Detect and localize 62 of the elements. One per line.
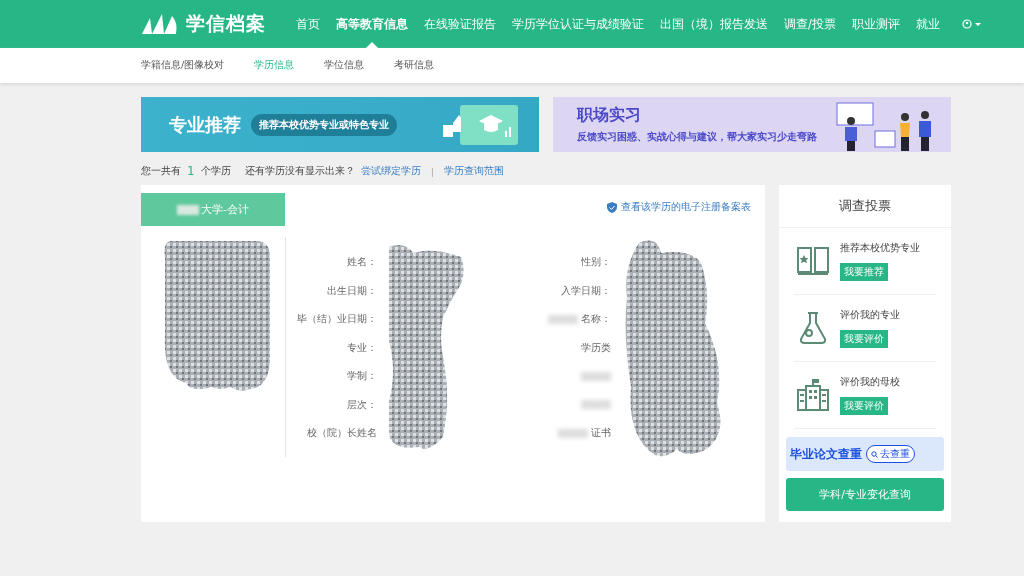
query-scope-link[interactable]: 学历查询范围 [443, 164, 504, 178]
blurred-text [548, 314, 578, 324]
blurred-text [177, 204, 199, 215]
search-icon [871, 450, 878, 458]
field-label: 毕（结）业日期： [296, 312, 377, 326]
sub-tab[interactable]: 学位信息 [324, 59, 365, 72]
field-label: 证书 [591, 426, 611, 440]
field-label: 校（院）长姓名 [306, 426, 377, 440]
missing-record-question: 还有学历没有显示出来？ [244, 164, 355, 178]
blurred-text [581, 400, 611, 409]
field-label: 专业： [346, 340, 377, 355]
internship-banner[interactable]: 职场实习 反馈实习困惑、实战心得与建议，帮大家实习少走弯路 [553, 97, 951, 152]
nav-tab[interactable]: 在线验证报告 [416, 0, 504, 48]
banner-title: 毕业论文查重 [790, 446, 862, 462]
nav-tab[interactable]: 学历学位认证与成绩验证 [504, 0, 652, 48]
shield-icon [607, 202, 617, 213]
major-change-query-button[interactable]: 学科/专业变化查询 [786, 478, 944, 511]
field-label: 名称： [581, 312, 611, 326]
nav-tab[interactable]: 出国（境）报告发送 [652, 0, 776, 48]
survey-item-label: 推荐本校优势专业 [840, 241, 920, 255]
major-banner[interactable]: 专业推荐 推荐本校优势专业或特色专业 [141, 97, 539, 152]
survey-action-button[interactable]: 我要评价 [840, 397, 888, 415]
record-title: 大学-会计 [201, 202, 249, 217]
nav-tab[interactable]: 调查/投票 [776, 0, 844, 48]
book-icon [796, 245, 830, 277]
logo-text: 学信档案 [186, 11, 266, 36]
nav-tab[interactable]: 就业 [907, 0, 948, 48]
sub-tab[interactable]: 学历信息 [254, 59, 295, 72]
survey-action-button[interactable]: 我要评价 [840, 330, 888, 348]
sub-tab[interactable]: 考研信息 [394, 59, 435, 72]
nav-tab[interactable]: 职业测评 [843, 0, 908, 48]
blurred-text [581, 371, 611, 381]
logo-icon [140, 12, 178, 36]
survey-item-label: 评价我的专业 [840, 308, 900, 322]
field-label: 学制： [346, 369, 377, 383]
record-count-text: 个学历 [200, 164, 231, 178]
building-icon [796, 378, 830, 412]
link-separator: | [430, 165, 434, 177]
field-label: 层次： [346, 397, 377, 412]
survey-action-button[interactable]: 我要推荐 [840, 263, 888, 281]
banner-tag: 推荐本校优势专业或特色专业 [251, 113, 397, 136]
banner-title: 专业推荐 [169, 112, 241, 137]
thesis-check-banner[interactable]: 毕业论文查重 去查重 [786, 437, 944, 471]
nav-tab[interactable]: 高等教育信息 [328, 0, 416, 48]
banner-subtitle: 反馈实习困惑、实战心得与建议，帮大家实习少走弯路 [577, 130, 817, 144]
record-count-text: 您一共有 [141, 164, 181, 178]
user-menu-icon[interactable] [961, 19, 984, 29]
record-count: 1 [187, 164, 195, 178]
blurred-text [558, 428, 588, 438]
field-label: 入学日期： [561, 283, 611, 298]
banner-title: 职场实习 [577, 105, 641, 126]
survey-item-label: 评价我的母校 [840, 375, 900, 389]
field-label: 性别： [581, 255, 611, 269]
nav-tab[interactable]: 首页 [288, 0, 328, 48]
thesis-check-button[interactable]: 去查重 [866, 445, 915, 463]
sub-tab[interactable]: 学籍信息/图像校对 [141, 59, 225, 72]
bind-record-link[interactable]: 尝试绑定学历 [360, 164, 421, 178]
registration-form-link[interactable]: 查看该学历的电子注册备案表 [607, 201, 751, 214]
field-label: 姓名： [346, 255, 377, 269]
field-label: 学历类 [581, 340, 611, 355]
survey-title: 调查投票 [779, 185, 951, 228]
field-label: 出生日期： [326, 283, 377, 298]
